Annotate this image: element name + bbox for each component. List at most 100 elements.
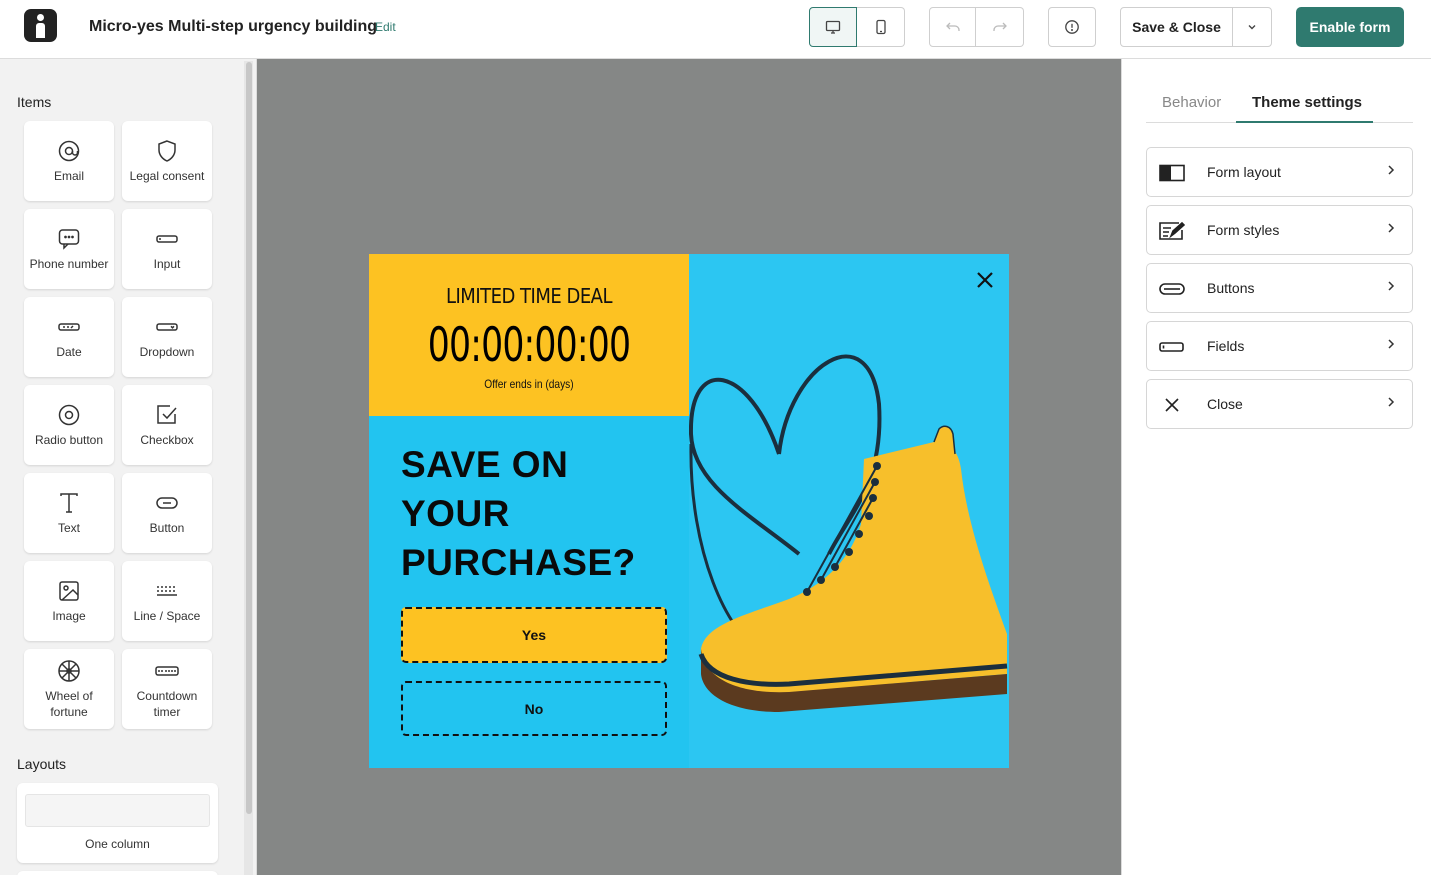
option-label: Buttons <box>1207 280 1255 296</box>
item-image[interactable]: Image <box>24 561 114 641</box>
input-icon <box>156 235 178 243</box>
form-styles-icon <box>1159 221 1185 240</box>
settings-panel: Behavior Theme settings Form layout Form… <box>1121 59 1431 875</box>
item-dropdown[interactable]: Dropdown <box>122 297 212 377</box>
boot-illustration <box>688 354 1008 712</box>
option-label: Fields <box>1207 338 1245 354</box>
shield-icon <box>158 140 176 162</box>
desktop-preview-button[interactable] <box>809 7 857 47</box>
chevron-down-icon <box>1248 25 1256 30</box>
item-label: Button <box>149 521 185 535</box>
info-button[interactable] <box>1048 7 1096 47</box>
at-icon <box>58 140 80 162</box>
form-title: Micro-yes Multi-step urgency building <box>89 18 378 35</box>
redo-icon <box>992 22 1007 31</box>
popup-content: LIMITED TIME DEAL 00:00:00:00 Offer ends… <box>369 254 689 768</box>
item-label: Image <box>52 609 86 623</box>
logo-dot <box>37 14 44 21</box>
top-bar: Micro-yes Multi-step urgency building Ed… <box>0 0 1431 59</box>
line-space-icon <box>157 586 177 596</box>
item-wheel-of-fortune[interactable]: Wheel of fortune <box>24 649 114 729</box>
save-close-button[interactable]: Save & Close <box>1120 7 1233 47</box>
item-label: Wheel of fortune <box>45 689 93 719</box>
chevron-right-icon <box>1388 281 1395 291</box>
popup-close-button[interactable] <box>973 268 997 292</box>
chevron-right-icon <box>1388 223 1395 233</box>
item-radio-button[interactable]: Radio button <box>24 385 114 465</box>
save-options-dropdown[interactable] <box>1232 7 1272 47</box>
image-icon <box>59 581 79 601</box>
mobile-icon <box>875 19 886 35</box>
countdown-icon <box>155 666 179 676</box>
redo-button[interactable] <box>976 7 1024 47</box>
option-label: Form layout <box>1207 164 1281 180</box>
undo-button[interactable] <box>929 7 976 47</box>
form-layout-icon <box>1159 164 1185 182</box>
popup-form[interactable]: LIMITED TIME DEAL 00:00:00:00 Offer ends… <box>369 254 1009 768</box>
item-label: Legal consent <box>129 169 205 183</box>
layout-preview <box>25 794 210 827</box>
option-form-styles[interactable]: Form styles <box>1146 205 1413 255</box>
buttons-icon <box>1159 283 1185 295</box>
mobile-preview-button[interactable] <box>857 7 905 47</box>
button-icon <box>156 497 178 509</box>
item-label: Countdown timer <box>136 689 198 719</box>
option-label: Close <box>1207 396 1243 412</box>
item-line-space[interactable]: Line / Space <box>122 561 212 641</box>
item-label: Email <box>53 169 84 183</box>
chevron-right-icon <box>1388 397 1395 407</box>
item-label: Phone number <box>29 257 109 271</box>
item-checkbox[interactable]: Checkbox <box>122 385 212 465</box>
item-countdown-timer[interactable]: Countdown timer <box>122 649 212 729</box>
app-logo[interactable] <box>24 9 57 42</box>
wheel-icon <box>58 660 80 682</box>
logo-stem <box>36 23 45 38</box>
tab-theme-settings[interactable]: Theme settings <box>1252 94 1362 111</box>
edit-title-link[interactable]: Edit <box>375 20 396 34</box>
yes-button[interactable]: Yes <box>401 607 667 663</box>
desktop-icon <box>825 20 841 34</box>
enable-form-button[interactable]: Enable form <box>1296 7 1404 47</box>
option-form-layout[interactable]: Form layout <box>1146 147 1413 197</box>
fields-icon <box>1159 342 1184 352</box>
layout-one-column[interactable]: One column <box>17 783 218 863</box>
item-label: Radio button <box>34 433 104 447</box>
chevron-right-icon <box>1388 339 1395 349</box>
no-button[interactable]: No <box>401 681 667 736</box>
item-text[interactable]: Text <box>24 473 114 553</box>
option-close[interactable]: Close <box>1146 379 1413 429</box>
date-icon <box>58 323 80 331</box>
item-label: Checkbox <box>140 433 194 447</box>
checkbox-icon <box>157 405 177 424</box>
option-label: Form styles <box>1207 222 1280 238</box>
item-phone-number[interactable]: Phone number <box>24 209 114 289</box>
layout-next[interactable] <box>17 871 218 875</box>
countdown-timer: 00:00:00:00 <box>427 318 631 373</box>
item-label: Text <box>57 521 80 535</box>
deal-title: LIMITED TIME DEAL <box>445 284 613 308</box>
item-label: Dropdown <box>139 345 195 359</box>
item-date[interactable]: Date <box>24 297 114 377</box>
countdown-caption: Offer ends in (days) <box>484 377 574 391</box>
option-fields[interactable]: Fields <box>1146 321 1413 371</box>
countdown-block[interactable]: LIMITED TIME DEAL 00:00:00:00 Offer ends… <box>369 254 689 416</box>
item-label: Line / Space <box>133 609 201 623</box>
item-label: Date <box>56 345 82 359</box>
popup-headline[interactable]: SAVE ON YOUR PURCHASE? <box>401 440 661 587</box>
tab-behavior[interactable]: Behavior <box>1162 94 1221 111</box>
boot-image[interactable] <box>688 254 1009 768</box>
active-tab-indicator <box>1236 121 1373 123</box>
layout-label: One column <box>85 837 150 851</box>
settings-tabs: Behavior Theme settings <box>1146 93 1413 123</box>
sidebar-scrollbar[interactable] <box>246 62 252 814</box>
close-icon <box>1165 398 1179 412</box>
close-icon <box>977 272 993 288</box>
items-sidebar: Items Email Legal consent Phone number I… <box>0 59 257 875</box>
option-buttons[interactable]: Buttons <box>1146 263 1413 313</box>
item-input[interactable]: Input <box>122 209 212 289</box>
item-email[interactable]: Email <box>24 121 114 201</box>
layouts-section-title: Layouts <box>17 756 67 772</box>
item-label: Input <box>153 257 181 271</box>
item-legal-consent[interactable]: Legal consent <box>122 121 212 201</box>
item-button[interactable]: Button <box>122 473 212 553</box>
